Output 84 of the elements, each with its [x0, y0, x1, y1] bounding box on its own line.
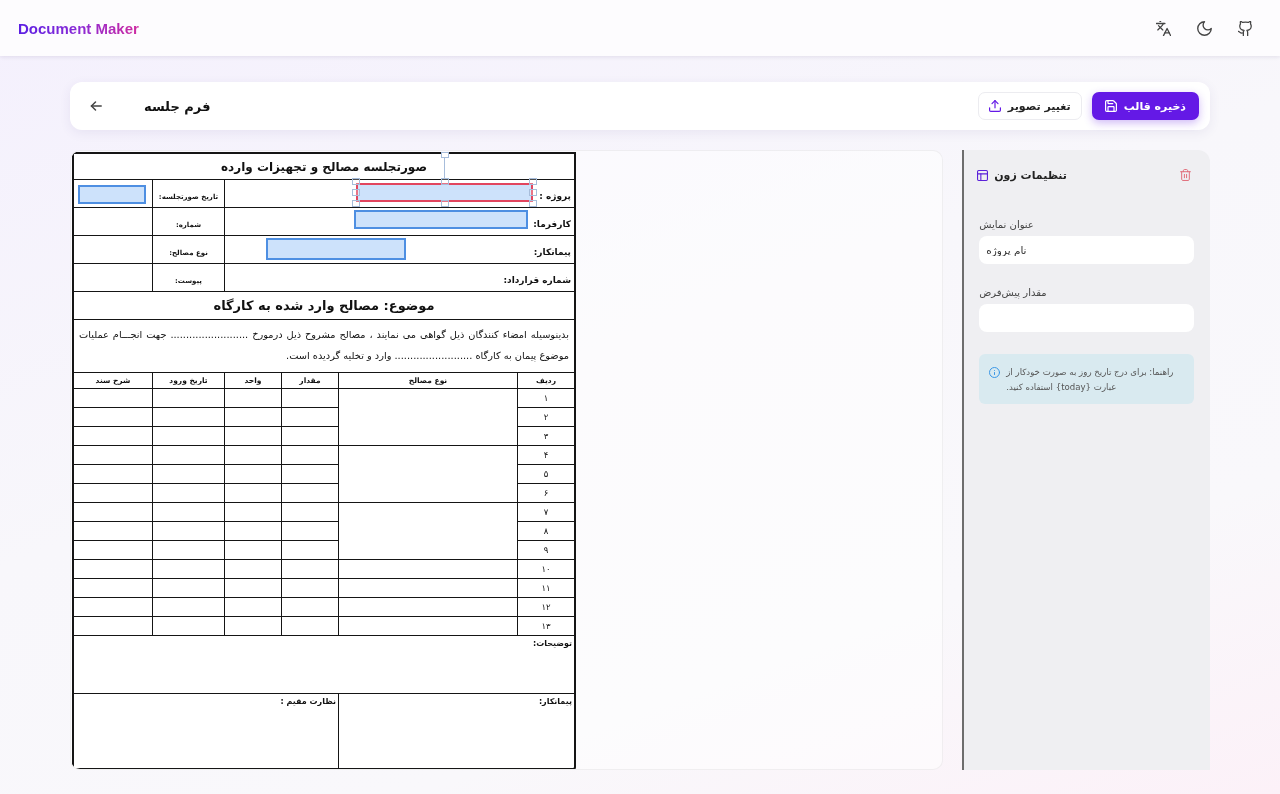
form-label: پیمانکار: — [533, 247, 571, 257]
table-cell — [224, 484, 281, 503]
translate-icon[interactable] — [1156, 20, 1171, 36]
form-label: پروژه : — [539, 191, 571, 201]
layout-icon — [977, 169, 989, 181]
table-cell — [152, 446, 224, 465]
table-cell — [152, 389, 224, 408]
row-number: ۶ — [517, 484, 574, 503]
info-icon — [989, 367, 1001, 378]
table-cell — [224, 503, 281, 522]
hint-text: راهنما: برای درج تاریخ روز به صورت خودکار از عبارت {today} استفاده کنید. — [1006, 366, 1175, 394]
text-input[interactable]: نام پروژه — [979, 236, 1194, 264]
table-cell — [224, 408, 281, 427]
table-cell — [224, 465, 281, 484]
row-number: ۷ — [517, 503, 574, 522]
page-title: فرم جلسه — [144, 98, 211, 114]
table-cell — [152, 465, 224, 484]
table-cell — [224, 560, 281, 579]
row-number: ۱۲ — [517, 598, 574, 617]
table-cell — [281, 503, 338, 522]
table-cell — [281, 541, 338, 560]
table-cell — [224, 389, 281, 408]
table-cell — [224, 598, 281, 617]
upload-icon — [988, 100, 1001, 112]
table-cell — [152, 484, 224, 503]
table-cell — [281, 408, 338, 427]
table-cell — [152, 408, 224, 427]
table-cell — [152, 427, 224, 446]
form-label: نظارت مقیم : — [280, 697, 336, 706]
back-arrow-icon[interactable] — [89, 101, 102, 111]
trash-icon[interactable] — [1180, 169, 1191, 181]
table-cell — [152, 522, 224, 541]
field-zone[interactable] — [354, 210, 528, 229]
moon-icon[interactable] — [1197, 20, 1212, 36]
form-label: توضیحات: — [532, 639, 572, 648]
form-label: شماره قرارداد: — [503, 275, 571, 285]
table-cell — [281, 446, 338, 465]
row-number: ۱۰ — [517, 560, 574, 579]
row-number: ۸ — [517, 522, 574, 541]
row-number: ۵ — [517, 465, 574, 484]
form-paragraph: بدینوسیله امضاء کنندگان ذیل گواهی می نمایند ، مصالح مشروح ذیل درمورخ ......................... جهت انجـــام عملیات موضوع پیمان به کارگاه ......................... وارد و تخلیه گردیده است. — [79, 328, 569, 364]
table-cell — [281, 560, 338, 579]
field-label: عنوان نمایش — [979, 218, 1035, 232]
table-cell — [281, 389, 338, 408]
table-cell — [224, 579, 281, 598]
table-cell — [281, 522, 338, 541]
field-label: مقدار پیش‌فرض — [979, 286, 1048, 300]
panel-title: تنظیمات زون — [994, 168, 1067, 182]
table-cell — [152, 541, 224, 560]
save-button[interactable]: ذخیره قالب — [1091, 92, 1199, 120]
table-cell — [152, 579, 224, 598]
form-label: پیمانکار: — [538, 697, 572, 706]
field-zone[interactable] — [266, 238, 406, 260]
resize-handle[interactable] — [440, 178, 449, 185]
table-cell — [152, 598, 224, 617]
row-number: ۱۱ — [517, 579, 574, 598]
table-cell — [224, 617, 281, 636]
field-zone[interactable] — [78, 185, 146, 204]
table-cell — [152, 560, 224, 579]
table-cell — [281, 579, 338, 598]
table-cell — [281, 427, 338, 446]
table-cell — [224, 541, 281, 560]
table-cell — [281, 598, 338, 617]
table-cell — [224, 446, 281, 465]
save-icon — [1104, 100, 1117, 112]
github-icon[interactable] — [1238, 20, 1253, 36]
table-cell — [152, 503, 224, 522]
table-cell — [281, 617, 338, 636]
row-number: ۹ — [517, 541, 574, 560]
row-number: ۴ — [517, 446, 574, 465]
form-title: صورتجلسه مصالح و تجهیزات وارده — [221, 159, 427, 174]
row-number: ۲ — [517, 408, 574, 427]
table-cell — [152, 617, 224, 636]
form-subject: موضوع: مصالح وارد شده به کارگاه — [213, 298, 435, 313]
form-label: کارفرما: — [533, 219, 571, 229]
upload-button[interactable]: تغییر تصویر — [977, 92, 1082, 120]
table-cell — [224, 427, 281, 446]
resize-handle[interactable] — [440, 200, 449, 207]
table-cell — [224, 522, 281, 541]
table-cell — [281, 465, 338, 484]
row-number: ۱ — [517, 389, 574, 408]
row-number: ۳ — [517, 427, 574, 446]
table-cell — [281, 484, 338, 503]
row-number: ۱۳ — [517, 617, 574, 636]
